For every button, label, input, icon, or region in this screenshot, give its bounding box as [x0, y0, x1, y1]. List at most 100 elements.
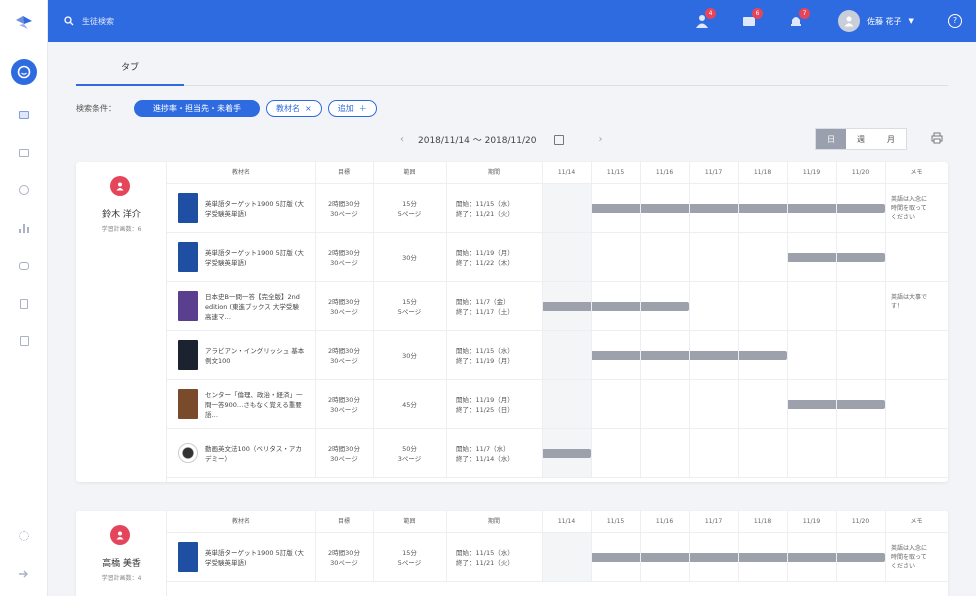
- book-cover-image: [178, 443, 198, 463]
- user-icon: [844, 16, 854, 27]
- date-navigator: ‹ 2018/11/14 〜 2018/11/20 ›: [400, 133, 602, 146]
- material-title[interactable]: 日本史B一問一答【完全版】2nd edition (東進ブックス 大学受験 高速…: [205, 282, 307, 331]
- target-range: 50分 3ページ: [397, 444, 422, 463]
- sidebar-item-home[interactable]: [11, 59, 37, 85]
- book-cover-image: [178, 340, 198, 370]
- settings-icon: [19, 531, 29, 541]
- inbox-button[interactable]: 6: [741, 8, 763, 29]
- table-row[interactable]: 日本史B一問一答【完全版】2nd edition (東進ブックス 大学受験 高速…: [167, 282, 948, 331]
- people-button[interactable]: 4: [694, 8, 716, 29]
- table-header: 教材名 目標 範囲 期間 メモ 11/14 11/15 11/16 11/17 11/18 11/1…: [167, 162, 948, 184]
- clock-icon: [19, 185, 29, 195]
- sidebar-item-book[interactable]: [13, 293, 35, 315]
- target-range: 15分 5ページ: [397, 297, 422, 316]
- view-day-button[interactable]: 日: [816, 129, 846, 149]
- student-avatar: [110, 176, 130, 196]
- grid-line: [885, 511, 886, 582]
- book-cover-image: [178, 542, 198, 572]
- memo-text: [887, 233, 947, 282]
- memo-text: 英語は入念に 時間を取って ください: [891, 545, 928, 570]
- header-day: 11/20: [851, 169, 870, 176]
- grid-line: [689, 162, 690, 478]
- filter-chip-primary[interactable]: 進捗率・担当先・未着手: [134, 100, 260, 117]
- sidebar-item-chart[interactable]: [13, 217, 35, 239]
- header-time: 目標: [337, 169, 350, 176]
- calendar-picker-icon[interactable]: [554, 134, 565, 145]
- chart-icon: [19, 223, 29, 233]
- search-icon: [64, 16, 74, 26]
- target-time: 2時間30分 30ページ: [328, 346, 360, 365]
- header-time: 目標: [337, 518, 350, 525]
- avatar: [838, 10, 860, 32]
- document-icon: [19, 336, 29, 346]
- header-day: 11/17: [704, 518, 723, 525]
- student-card: 高橋 美香 学習計画数：4 教材名 目標 範囲 期間 メモ 11/14 11/15 11/16…: [76, 511, 948, 596]
- sidebar-item-settings[interactable]: [13, 525, 35, 547]
- material-title[interactable]: アラビアン・イングリッシュ 基本例文100: [205, 331, 307, 380]
- next-week-button[interactable]: ›: [598, 134, 602, 145]
- filter-add-button[interactable]: 追加 ＋: [327, 100, 377, 117]
- student-plan-count: 学習計画数：4: [101, 575, 142, 582]
- table-row[interactable]: センター「倫理、政治・経済」一問一答900…さもなく覚える重要語… 2時間30分 …: [167, 380, 948, 429]
- book-cover-image: [178, 389, 198, 419]
- tab-main[interactable]: タブ: [76, 56, 184, 86]
- search-input[interactable]: 生徒検索: [82, 16, 114, 27]
- smile-icon: [17, 65, 31, 79]
- sidebar-item-logout[interactable]: [13, 563, 35, 585]
- help-button[interactable]: ?: [948, 14, 962, 28]
- table-row[interactable]: 英単語ターゲット1900 5訂版 (大学受験英単語) 2時間30分 30ページ 15…: [167, 533, 948, 582]
- top-header: 生徒検索 4 6 7 佐藤 花子 ▼ ?: [48, 0, 976, 42]
- target-range: 45分: [402, 400, 417, 409]
- header-day: 11/18: [753, 518, 772, 525]
- plan-period: 開始：11/15（水） 終了：11/19（月）: [456, 346, 514, 365]
- grid-line: [689, 511, 690, 582]
- print-button[interactable]: [927, 128, 947, 148]
- material-title[interactable]: センター「倫理、政治・経済」一問一答900…さもなく覚える重要語…: [205, 380, 307, 429]
- student-name[interactable]: 鈴木 洋介: [76, 207, 167, 220]
- filter-chip-material-label: 教材名: [276, 104, 300, 113]
- table-row[interactable]: アラビアン・イングリッシュ 基本例文100 2時間30分 30ページ 30分 開始：1…: [167, 331, 948, 380]
- close-icon[interactable]: ×: [305, 104, 312, 113]
- sidebar-item-chat[interactable]: [13, 255, 35, 277]
- user-menu[interactable]: 佐藤 花子 ▼: [838, 10, 914, 32]
- sidebar-item-calendar[interactable]: [13, 104, 35, 126]
- target-range: 30分: [402, 351, 417, 360]
- table-row[interactable]: 英単語ターゲット1900 5訂版 (大学受験英単語) 2時間30分 30ページ 30…: [167, 233, 948, 282]
- logo-icon[interactable]: [14, 12, 34, 32]
- header-amount: 範囲: [403, 518, 416, 525]
- grid-line: [446, 511, 447, 582]
- grid-line: [836, 162, 837, 478]
- prev-week-button[interactable]: ‹: [400, 134, 404, 145]
- sidebar-item-document[interactable]: [13, 330, 35, 352]
- search-box[interactable]: 生徒検索: [64, 12, 114, 30]
- grid-line: [640, 162, 641, 478]
- material-title[interactable]: 英単語ターゲット1900 5訂版 (大学受験英単語): [205, 533, 307, 582]
- table-row[interactable]: 英単語ターゲット1900 5訂版 (大学受験英単語) 2時間30分 30ページ 15…: [167, 184, 948, 233]
- material-title[interactable]: 英単語ターゲット1900 5訂版 (大学受験英単語): [205, 233, 307, 282]
- memo-text: [887, 429, 947, 478]
- view-week-button[interactable]: 週: [846, 129, 876, 149]
- notification-button[interactable]: 7: [788, 8, 810, 29]
- gantt-bar[interactable]: [542, 302, 689, 311]
- header-memo: メモ: [910, 169, 923, 176]
- student-info: 高橋 美香 学習計画数：4: [76, 511, 167, 596]
- grid-line: [885, 162, 886, 478]
- view-month-button[interactable]: 月: [876, 129, 906, 149]
- memo-text: 英語は入念に 時間を取って ください: [891, 196, 928, 221]
- sidebar-item-clock[interactable]: [13, 179, 35, 201]
- grid-line: [787, 162, 788, 478]
- filter-chip-material[interactable]: 教材名 ×: [266, 100, 322, 117]
- tab-bar: タブ: [76, 56, 948, 86]
- book-cover-image: [178, 291, 198, 321]
- header-day: 11/14: [557, 169, 576, 176]
- header-amount: 範囲: [403, 169, 416, 176]
- grid-line: [836, 511, 837, 582]
- user-icon: [116, 531, 124, 540]
- gantt-bar[interactable]: [542, 449, 591, 458]
- table-row[interactable]: 動画英文法100（ベリタス・アカデミー） 2時間30分 30ページ 50分 3ページ…: [167, 429, 948, 478]
- material-title[interactable]: 英単語ターゲット1900 5訂版 (大学受験英単語): [205, 184, 307, 233]
- date-range: 2018/11/14 〜 2018/11/20: [418, 136, 537, 146]
- sidebar-item-mail[interactable]: [13, 142, 35, 164]
- student-name[interactable]: 高橋 美香: [76, 556, 167, 569]
- material-title[interactable]: 動画英文法100（ベリタス・アカデミー）: [205, 429, 307, 478]
